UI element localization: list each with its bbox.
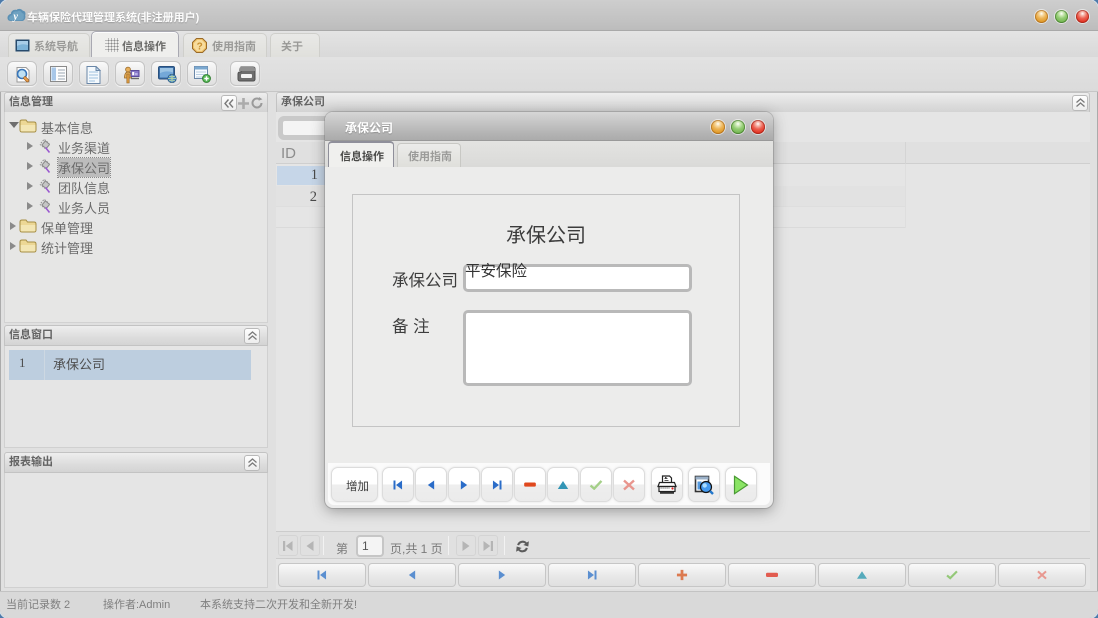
svg-text:?: ? [197,42,203,53]
